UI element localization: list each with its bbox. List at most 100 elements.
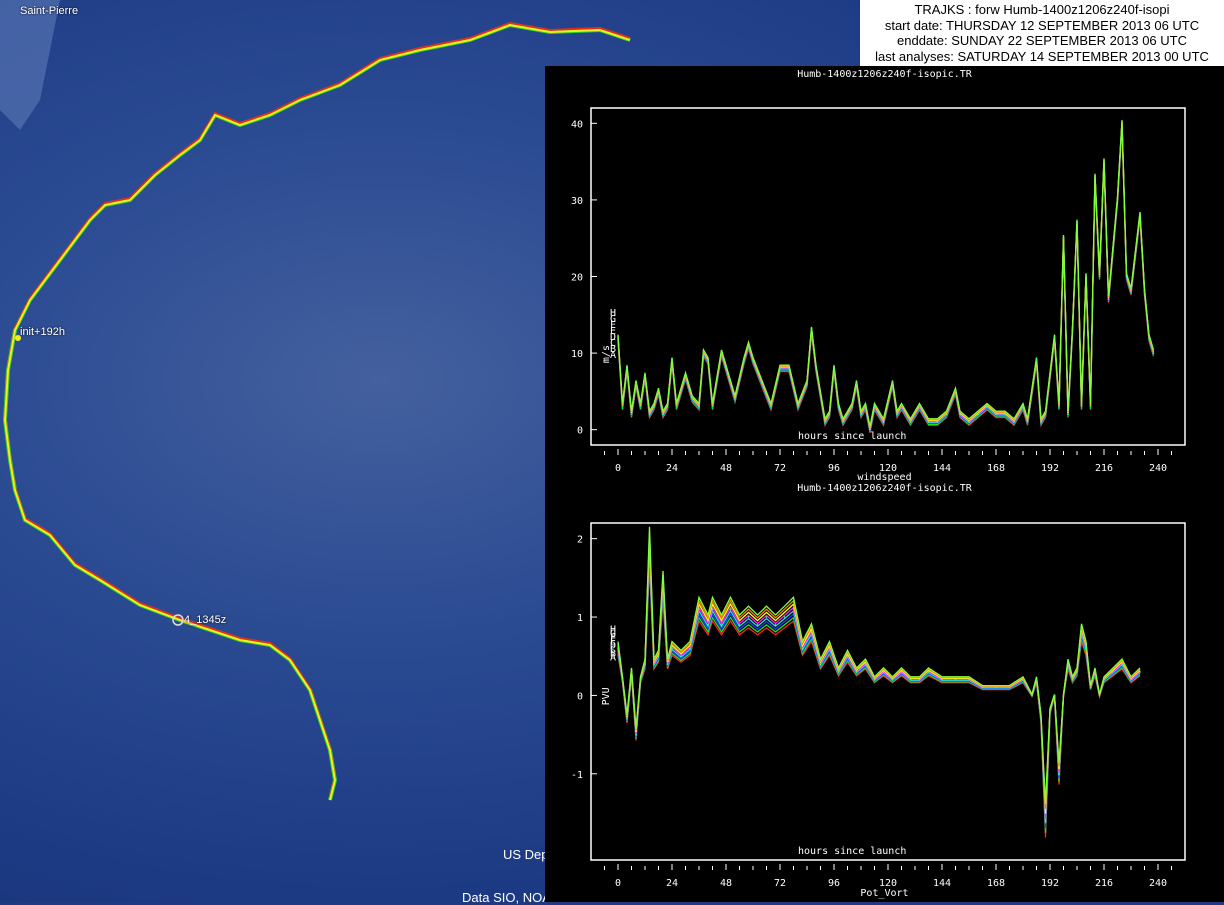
data-point <box>833 367 835 370</box>
data-point <box>1085 275 1087 278</box>
data-point <box>797 405 799 408</box>
data-point <box>837 671 840 673</box>
data-point <box>1004 413 1006 416</box>
data-point <box>734 398 736 400</box>
data-point <box>855 382 858 385</box>
y-tick-label: 30 <box>571 196 583 207</box>
data-point <box>882 671 885 673</box>
data-point <box>626 367 628 370</box>
series-line-member-C <box>617 124 1155 432</box>
trajectory-main <box>3 23 631 801</box>
x-tick-label: 168 <box>987 878 1005 889</box>
series-line-member-H <box>617 526 1141 805</box>
data-point <box>1112 671 1114 673</box>
data-point <box>635 733 637 736</box>
data-point <box>1085 647 1087 650</box>
data-point <box>968 421 970 423</box>
data-point <box>689 647 691 650</box>
x-tick-label: 0 <box>615 878 621 889</box>
data-point <box>639 405 642 408</box>
data-point <box>747 616 750 618</box>
data-point <box>1044 820 1047 822</box>
y-tick-label: 40 <box>571 119 583 130</box>
marker-label: init+192h <box>20 326 65 338</box>
data-point <box>977 413 979 416</box>
data-point <box>666 405 669 408</box>
end-date: enddate: SUNDAY 22 SEPTEMBER 2013 06 UTC <box>897 33 1187 48</box>
x-tick-label: 216 <box>1095 463 1113 474</box>
data-point <box>855 671 858 673</box>
data-point <box>635 382 637 385</box>
y-tick-label: -1 <box>571 770 583 781</box>
data-point <box>873 678 876 681</box>
data-point <box>761 382 763 385</box>
data-point <box>666 663 669 665</box>
data-point <box>869 428 871 431</box>
data-point <box>743 359 745 362</box>
y-tick-label: 20 <box>571 273 583 284</box>
data-point <box>765 616 768 618</box>
data-point <box>1067 663 1069 665</box>
data-point <box>1143 291 1146 293</box>
data-point <box>788 367 790 370</box>
data-point <box>1022 405 1024 408</box>
data-point <box>698 608 700 611</box>
data-point <box>909 678 912 681</box>
data-point <box>900 405 903 408</box>
data-point <box>770 405 772 408</box>
data-point <box>698 405 700 408</box>
data-point <box>617 336 619 339</box>
x-tick-label: 192 <box>1041 878 1059 889</box>
data-point <box>1080 405 1083 408</box>
data-point <box>806 382 808 385</box>
data-point <box>621 678 624 681</box>
data-point <box>617 647 619 650</box>
data-point <box>671 359 673 362</box>
data-point <box>900 671 903 673</box>
data-point <box>986 405 988 408</box>
data-point <box>644 663 646 665</box>
data-point <box>783 616 786 618</box>
data-point <box>1116 199 1119 201</box>
data-point <box>824 421 826 423</box>
series-line-member-A <box>617 566 1141 838</box>
data-point <box>873 405 876 408</box>
x-tick-label: 144 <box>933 463 951 474</box>
data-point <box>981 686 984 689</box>
data-point <box>1148 336 1150 339</box>
data-point <box>842 421 844 423</box>
data-point <box>1071 329 1074 331</box>
data-point <box>1089 405 1092 408</box>
data-point <box>720 624 723 626</box>
data-point <box>621 405 624 408</box>
data-point <box>756 624 759 626</box>
trajectory-info-header: TRAJKS : forw Humb-1400z1206z240f-isopi … <box>860 0 1224 68</box>
data-point <box>968 678 970 681</box>
data-point <box>1026 421 1029 423</box>
data-point <box>927 671 930 673</box>
data-point <box>864 663 867 665</box>
potential-vorticity-chart: 0 24 48 72 96 120 144 168 192 216 240 -1 0 1 2 hours si… <box>571 522 1186 889</box>
data-point <box>648 545 651 548</box>
data-point <box>1098 275 1101 278</box>
data-point <box>1103 678 1105 681</box>
data-point <box>774 624 777 626</box>
data-point <box>662 413 664 416</box>
data-point <box>752 359 754 362</box>
data-point <box>1103 160 1105 163</box>
x-tick-label: 72 <box>774 463 786 474</box>
data-point <box>657 655 660 658</box>
data-point <box>1040 421 1042 423</box>
x-tick-label: 192 <box>1041 463 1059 474</box>
data-point <box>815 367 817 370</box>
member-label: H <box>610 624 616 635</box>
header-title: TRAJKS : forw Humb-1400z1206z240f-isopi <box>914 2 1170 17</box>
data-point <box>1049 710 1051 712</box>
data-point <box>630 413 633 416</box>
data-point <box>954 678 957 681</box>
marker-label: 4_1345z <box>184 614 227 626</box>
data-point <box>995 413 997 416</box>
data-point <box>909 421 912 423</box>
data-point <box>954 390 957 393</box>
chart-panel: Humb-1400z1206z240f-isopic.TR windspeed … <box>545 66 1224 902</box>
